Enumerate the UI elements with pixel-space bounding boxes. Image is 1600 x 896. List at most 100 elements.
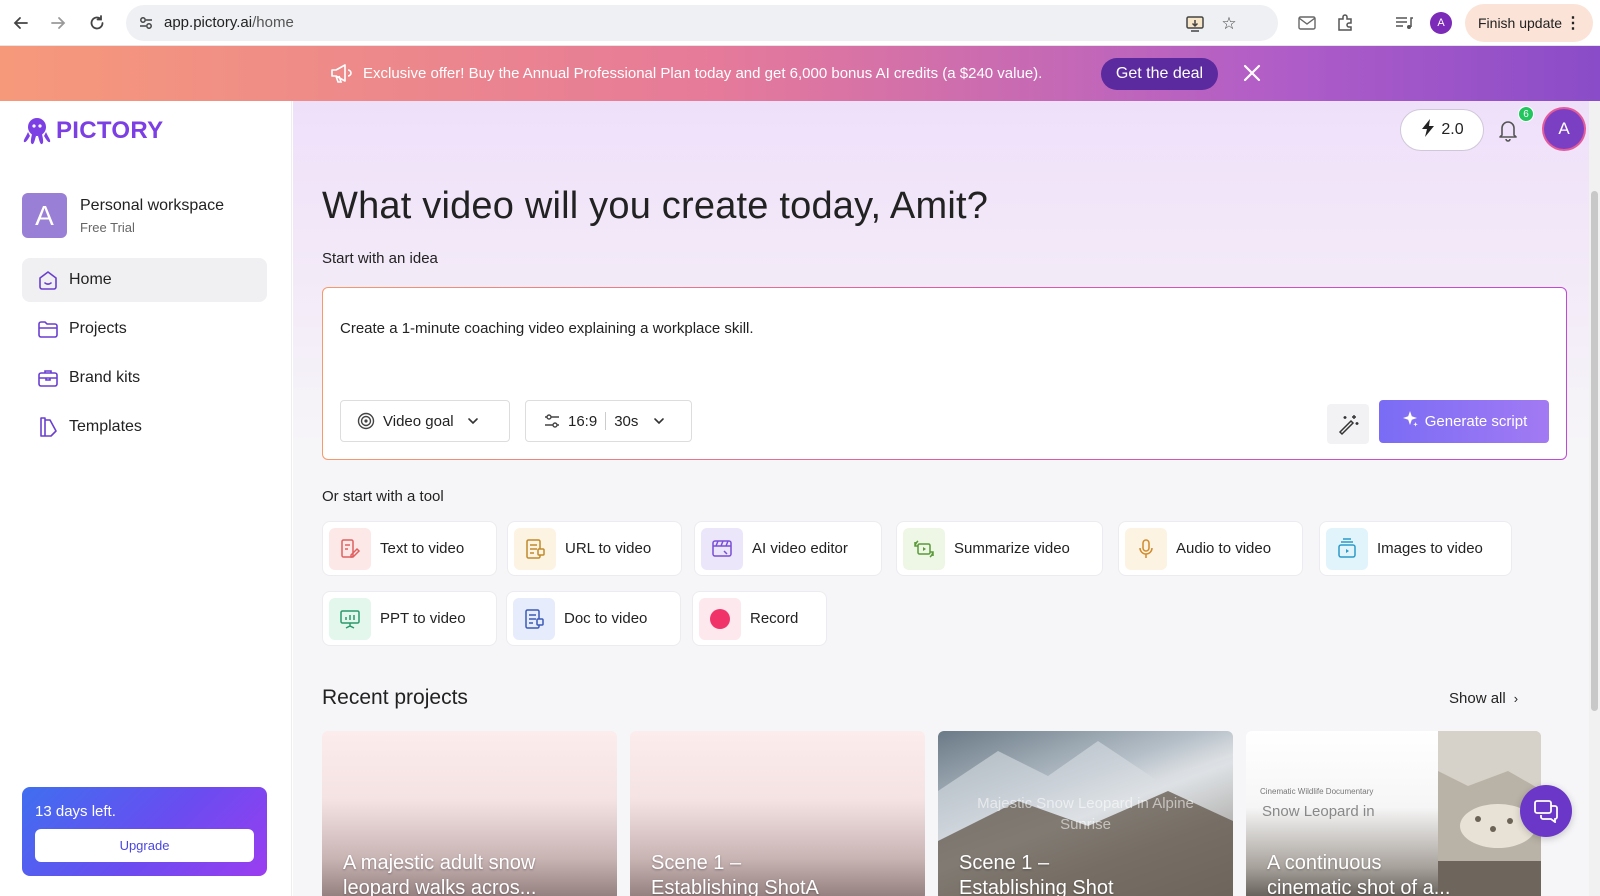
workspace-avatar: A	[22, 193, 67, 238]
recent-projects-title: Recent projects	[322, 686, 468, 709]
notification-badge: 6	[1518, 106, 1534, 122]
tool-audio-to-video[interactable]: Audio to video	[1118, 521, 1303, 576]
get-deal-button[interactable]: Get the deal	[1101, 58, 1218, 90]
folder-icon	[38, 321, 58, 338]
project-card[interactable]: Scene 1 – Establishing ShotA	[630, 731, 925, 896]
project-subtitle: Majestic Snow Leopard in Alpine Sunrise	[938, 793, 1233, 835]
finish-update-label: Finish update	[1478, 15, 1563, 31]
project-subtitle-line: Sunrise	[1060, 816, 1111, 833]
ai-video-editor-icon	[701, 527, 743, 570]
more-menu-icon[interactable]: ⋮	[1565, 13, 1581, 33]
upgrade-button[interactable]: Upgrade	[35, 829, 254, 862]
tool-label: URL to video	[565, 540, 652, 557]
tool-label: Images to video	[1377, 540, 1483, 557]
forward-icon[interactable]	[45, 10, 71, 36]
lightning-icon	[1420, 118, 1436, 143]
tool-ai-video-editor[interactable]: AI video editor	[694, 521, 882, 576]
page-title: What video will you create today, Amit?	[322, 185, 989, 227]
tool-url-to-video[interactable]: URL to video	[507, 521, 682, 576]
idea-prompt-box[interactable]: Create a 1-minute coaching video explain…	[322, 287, 1567, 460]
main-content: 2.0 6 A What video will you create today…	[293, 101, 1600, 896]
project-subtitle-line: Majestic Snow Leopard in Alpine	[977, 795, 1194, 812]
format-dropdown[interactable]: 16:9 30s	[525, 400, 692, 442]
sidebar: PICTORY A Personal workspace Free Trial …	[0, 101, 292, 896]
summarize-video-icon	[903, 527, 945, 570]
address-bar[interactable]: app.pictory.ai/home ☆	[126, 5, 1278, 41]
url-domain: app.pictory.ai	[164, 14, 253, 31]
promo-text: Exclusive offer! Buy the Annual Professi…	[363, 65, 1043, 82]
reload-icon[interactable]	[84, 10, 110, 36]
scrollbar-thumb[interactable]	[1591, 191, 1598, 711]
page-scrollbar[interactable]	[1589, 101, 1600, 896]
chat-support-button[interactable]	[1520, 785, 1572, 837]
bell-icon[interactable]	[1495, 117, 1521, 143]
sidebar-item-brand-kits[interactable]: Brand kits	[22, 356, 267, 400]
tool-record[interactable]: Record	[692, 591, 827, 646]
video-goal-dropdown[interactable]: Video goal	[340, 400, 510, 442]
show-all-link[interactable]: Show all ›	[1449, 690, 1518, 707]
mail-extension-icon[interactable]	[1295, 11, 1319, 35]
sidebar-item-label: Projects	[69, 320, 127, 337]
tool-label: Text to video	[380, 540, 465, 557]
site-settings-icon[interactable]	[136, 13, 156, 33]
logo-text: PICTORY	[56, 117, 164, 144]
megaphone-icon	[331, 64, 352, 83]
project-title-line: Scene 1 –	[651, 852, 742, 874]
project-title-line: Scene 1 –	[959, 852, 1050, 874]
credits-button[interactable]: 2.0	[1400, 109, 1484, 151]
tool-images-to-video[interactable]: Images to video	[1319, 521, 1512, 576]
sidebar-item-label: Brand kits	[69, 369, 141, 386]
project-title: A continuous cinematic shot of a...	[1267, 851, 1450, 896]
tool-doc-to-video[interactable]: Doc to video	[506, 591, 681, 646]
url-to-video-icon	[514, 527, 556, 570]
project-title: A majestic adult snow leopard walks acro…	[343, 851, 536, 896]
url-path: /home	[252, 14, 294, 31]
video-goal-label: Video goal	[383, 412, 454, 430]
sidebar-item-templates[interactable]: Templates	[22, 405, 267, 449]
project-card[interactable]: Majestic Snow Leopard in Alpine Sunrise …	[938, 731, 1233, 896]
credits-value: 2.0	[1441, 121, 1464, 138]
trial-days-left: 13 days left.	[35, 803, 116, 820]
sidebar-item-label: Templates	[69, 418, 142, 435]
tool-summarize-video[interactable]: Summarize video	[896, 521, 1103, 576]
tool-label: Summarize video	[954, 540, 1070, 557]
project-title-line: A continuous	[1267, 852, 1382, 874]
sidebar-item-label: Home	[69, 271, 112, 288]
tool-ppt-to-video[interactable]: PPT to video	[322, 591, 497, 646]
project-title-line: cinematic shot of a...	[1267, 877, 1451, 896]
project-title: Scene 1 – Establishing ShotA	[651, 851, 819, 896]
images-to-video-icon	[1326, 527, 1368, 570]
magic-wand-icon	[1338, 415, 1359, 436]
browser-profile-avatar[interactable]: A	[1430, 12, 1452, 34]
chevron-down-icon	[467, 418, 478, 425]
pictory-logo[interactable]: PICTORY	[22, 115, 163, 147]
tool-label: PPT to video	[380, 610, 466, 627]
tool-text-to-video[interactable]: Text to video	[322, 521, 497, 576]
project-card[interactable]: A majestic adult snow leopard walks acro…	[322, 731, 617, 896]
close-icon[interactable]	[1240, 61, 1264, 85]
idea-section-label: Start with an idea	[322, 250, 438, 267]
generate-script-button[interactable]: Generate script	[1379, 400, 1549, 443]
media-control-icon[interactable]	[1392, 11, 1416, 35]
audio-to-video-icon	[1125, 527, 1167, 570]
bookmark-star-icon[interactable]: ☆	[1218, 13, 1240, 35]
text-to-video-icon	[329, 527, 371, 570]
browser-toolbar: app.pictory.ai/home ☆ A Finish update ⋮	[0, 0, 1600, 46]
sidebar-item-home[interactable]: Home	[22, 258, 267, 302]
tool-label: Doc to video	[564, 610, 648, 627]
magic-wand-button[interactable]	[1327, 404, 1369, 444]
target-icon	[357, 412, 375, 430]
sparkle-icon	[1401, 410, 1419, 433]
user-avatar[interactable]: A	[1544, 109, 1584, 149]
back-icon[interactable]	[8, 10, 34, 36]
sidebar-item-projects[interactable]: Projects	[22, 307, 267, 351]
idea-prompt-input[interactable]: Create a 1-minute coaching video explain…	[340, 320, 754, 337]
install-app-icon[interactable]	[1184, 13, 1206, 35]
workspace-switcher[interactable]: A Personal workspace Free Trial	[22, 193, 272, 239]
project-title: Scene 1 – Establishing Shot	[959, 851, 1114, 896]
extensions-icon[interactable]	[1333, 11, 1357, 35]
templates-icon	[40, 417, 57, 437]
promo-banner: Exclusive offer! Buy the Annual Professi…	[0, 46, 1600, 101]
project-card[interactable]: Cinematic Wildlife Documentary Snow Leop…	[1246, 731, 1541, 896]
finish-update-button[interactable]: Finish update ⋮	[1465, 4, 1593, 42]
